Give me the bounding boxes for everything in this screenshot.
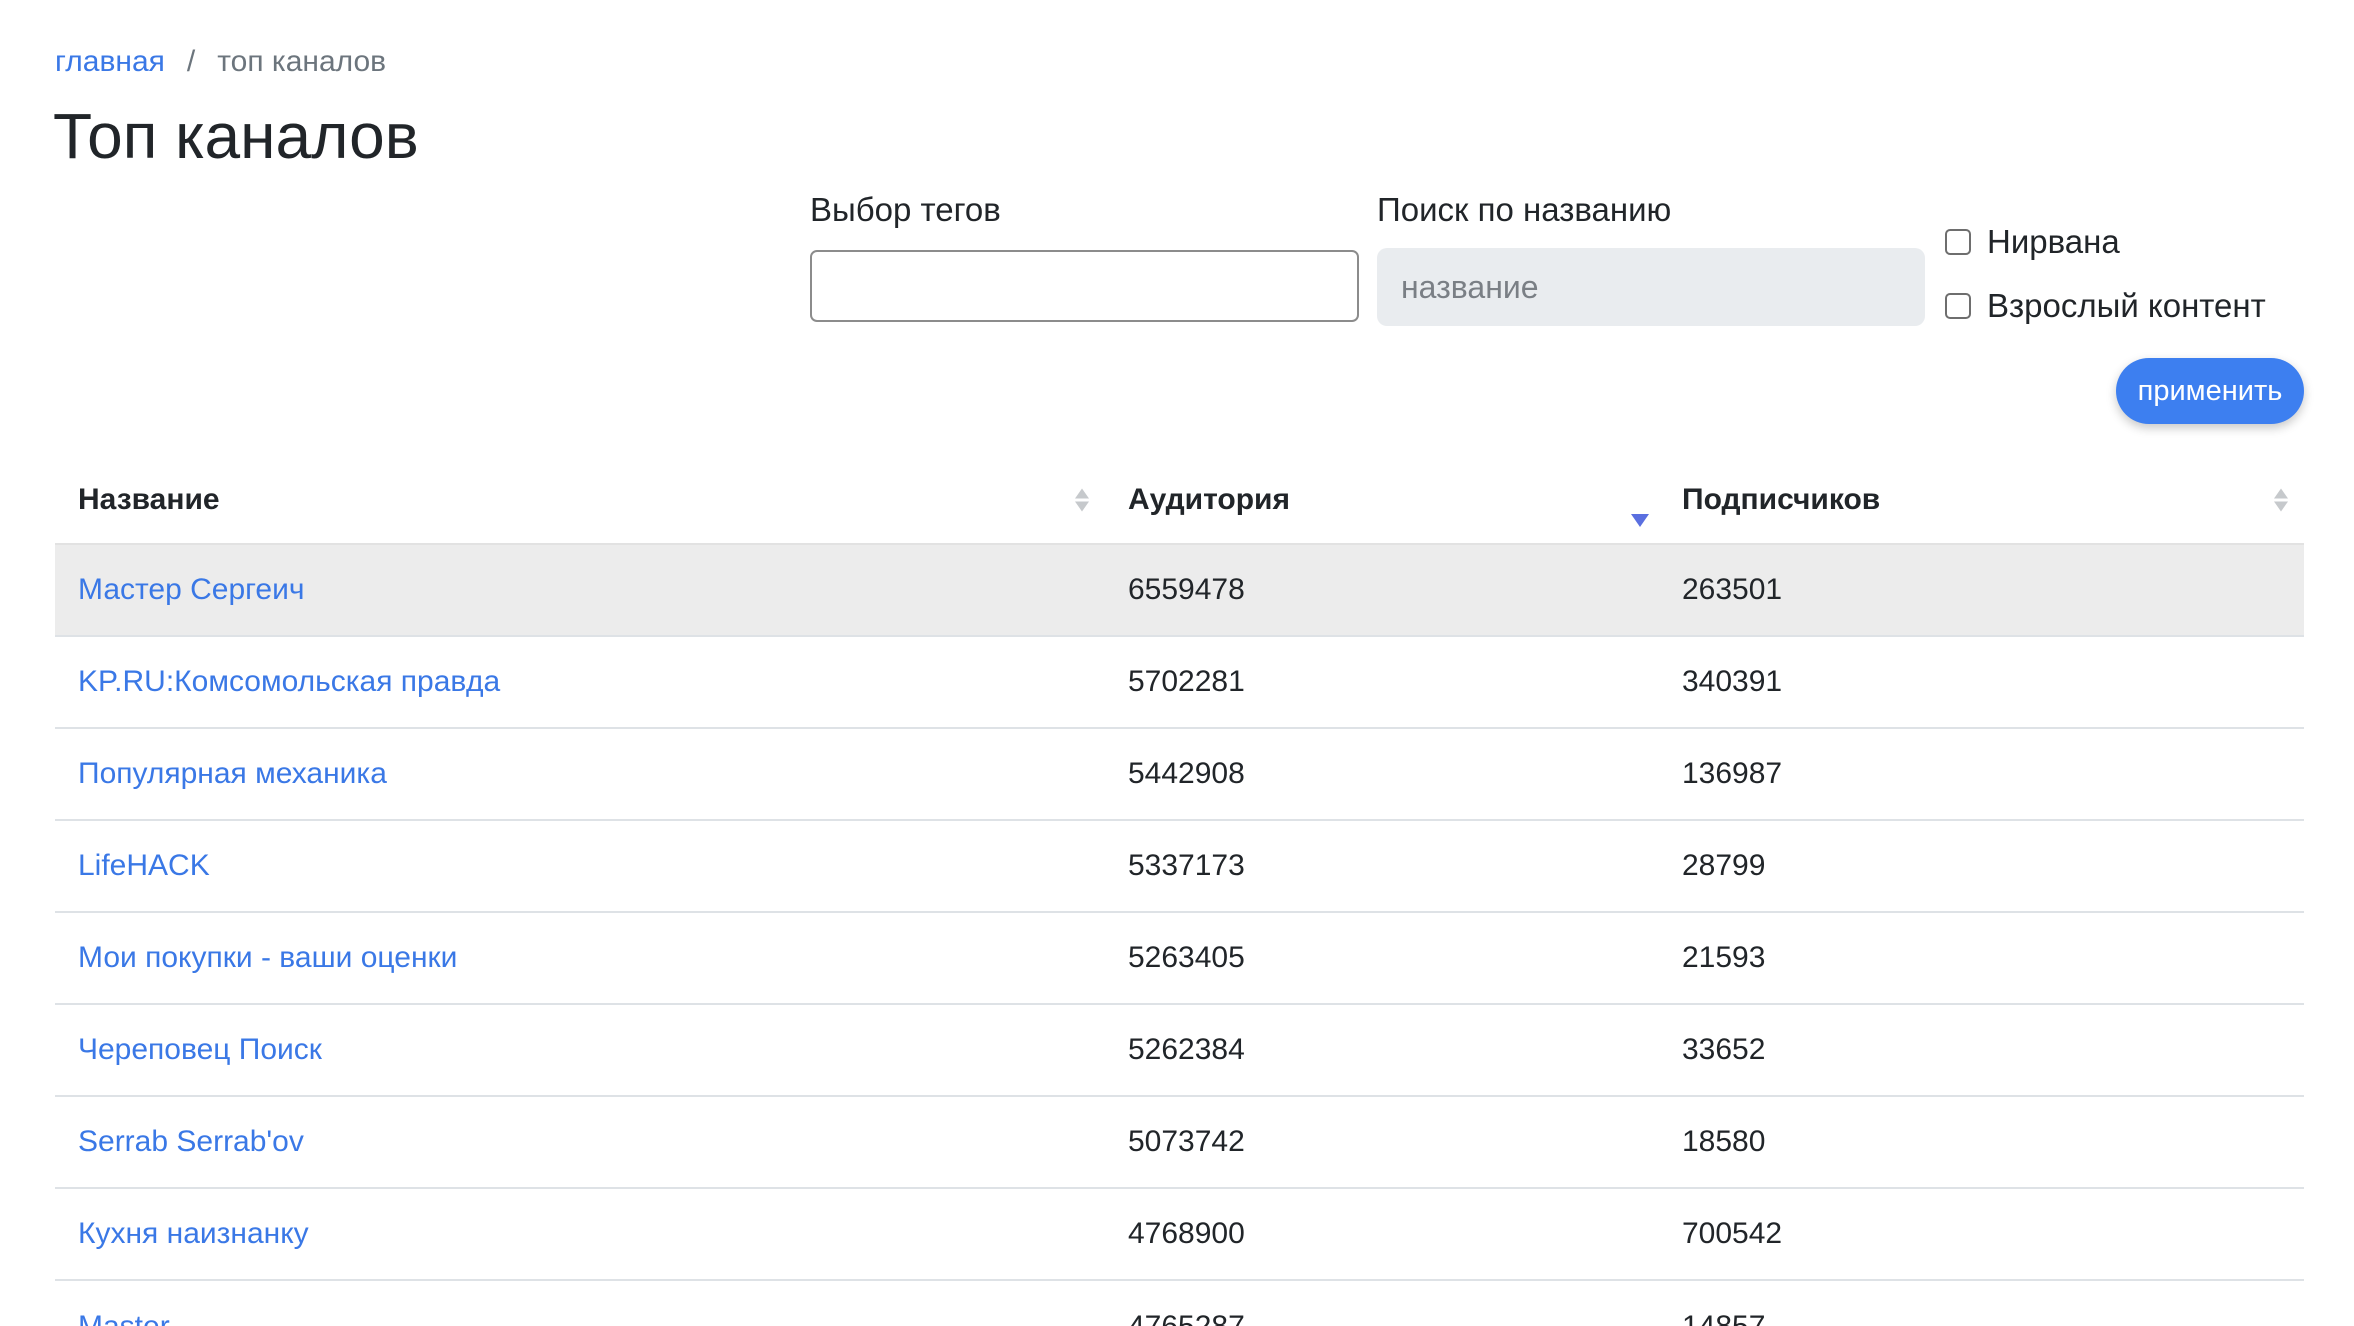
channel-name-link[interactable]: Serrab Serrab'ov	[78, 1125, 304, 1158]
column-header-name[interactable]: Название	[55, 456, 1105, 544]
channel-name-link[interactable]: Мастер Сергеич	[78, 573, 305, 606]
channels-table: Название Аудитория Подписчиков Мастер Се…	[55, 456, 2304, 1326]
table-row: Кухня наизнанку 4768900 700542	[55, 1187, 2304, 1280]
column-header-name-label: Название	[78, 482, 220, 516]
sort-descending-icon[interactable]	[1631, 514, 1649, 527]
sort-icon[interactable]	[2274, 488, 2288, 511]
channel-name-link[interactable]: Master	[78, 1310, 170, 1326]
breadcrumb-separator: /	[186, 45, 196, 78]
audience-cell: 5263405	[1105, 911, 1659, 1004]
table-row: Serrab Serrab'ov 5073742 18580	[55, 1095, 2304, 1188]
audience-cell: 5337173	[1105, 819, 1659, 912]
subscribers-cell: 136987	[1659, 727, 2304, 820]
page-title: Топ каналов	[53, 100, 419, 172]
tags-label: Выбор тегов	[810, 191, 1001, 228]
breadcrumb-current: топ каналов	[217, 45, 387, 78]
table-row: Мои покупки - ваши оценки 5263405 21593	[55, 911, 2304, 1004]
apply-button[interactable]: применить	[2116, 358, 2304, 424]
channel-name-link[interactable]: Мои покупки - ваши оценки	[78, 941, 457, 974]
table-row: Популярная механика 5442908 136987	[55, 727, 2304, 820]
channel-name-link[interactable]: Кухня наизнанку	[78, 1217, 309, 1250]
channel-name-link[interactable]: Популярная механика	[78, 757, 387, 790]
subscribers-cell: 28799	[1659, 819, 2304, 912]
breadcrumb: главная / топ каналов	[55, 42, 386, 82]
audience-cell: 4768900	[1105, 1187, 1659, 1280]
table-row: Master 4765287 14857	[55, 1279, 2304, 1326]
column-header-audience-label: Аудитория	[1128, 482, 1290, 516]
channel-name-cell: Мои покупки - ваши оценки	[55, 911, 1105, 1004]
subscribers-cell: 21593	[1659, 911, 2304, 1004]
search-input[interactable]	[1377, 248, 1925, 326]
audience-cell: 5442908	[1105, 727, 1659, 820]
subscribers-cell: 18580	[1659, 1095, 2304, 1188]
channel-name-cell: Череповец Поиск	[55, 1003, 1105, 1096]
audience-cell: 4765287	[1105, 1279, 1659, 1326]
audience-cell: 5262384	[1105, 1003, 1659, 1096]
breadcrumb-home-link[interactable]: главная	[55, 42, 165, 82]
audience-cell: 5702281	[1105, 635, 1659, 728]
channel-name-link[interactable]: KP.RU:Комсомольская правда	[78, 665, 500, 698]
subscribers-cell: 263501	[1659, 543, 2304, 636]
table-row: LifeHACK 5337173 28799	[55, 819, 2304, 912]
column-header-audience[interactable]: Аудитория	[1105, 456, 1659, 544]
channel-name-cell: Мастер Сергеич	[55, 543, 1105, 636]
sort-icon[interactable]	[1075, 488, 1089, 511]
channel-name-cell: LifeHACK	[55, 819, 1105, 912]
channel-name-cell: KP.RU:Комсомольская правда	[55, 635, 1105, 728]
nirvana-checkbox-row[interactable]: Нирвана	[1945, 220, 2120, 264]
search-label: Поиск по названию	[1377, 191, 1672, 228]
table-body: Мастер Сергеич 6559478 263501 KP.RU:Комсомо…	[55, 543, 2304, 1326]
page: главная / топ каналов Топ каналов Выбор …	[0, 0, 2354, 1326]
tags-input[interactable]	[810, 250, 1359, 322]
channel-name-cell: Популярная механика	[55, 727, 1105, 820]
table-row: KP.RU:Комсомольская правда 5702281 340391	[55, 635, 2304, 728]
subscribers-cell: 340391	[1659, 635, 2304, 728]
table-row: Череповец Поиск 5262384 33652	[55, 1003, 2304, 1096]
table-row: Мастер Сергеич 6559478 263501	[55, 543, 2304, 636]
channel-name-cell: Кухня наизнанку	[55, 1187, 1105, 1280]
subscribers-cell: 14857	[1659, 1279, 2304, 1326]
column-header-subscribers-label: Подписчиков	[1682, 482, 1881, 516]
channel-name-cell: Serrab Serrab'ov	[55, 1095, 1105, 1188]
adult-content-checkbox-label[interactable]: Взрослый контент	[1987, 284, 2266, 328]
audience-cell: 6559478	[1105, 543, 1659, 636]
adult-content-checkbox-row[interactable]: Взрослый контент	[1945, 284, 2266, 328]
nirvana-checkbox-label[interactable]: Нирвана	[1987, 220, 2120, 264]
subscribers-cell: 33652	[1659, 1003, 2304, 1096]
subscribers-cell: 700542	[1659, 1187, 2304, 1280]
table-header-row: Название Аудитория Подписчиков	[55, 456, 2304, 544]
column-header-subscribers[interactable]: Подписчиков	[1659, 456, 2304, 544]
channel-name-cell: Master	[55, 1279, 1105, 1326]
adult-content-checkbox[interactable]	[1945, 293, 1971, 319]
channel-name-link[interactable]: LifeHACK	[78, 849, 210, 882]
channel-name-link[interactable]: Череповец Поиск	[78, 1033, 322, 1066]
nirvana-checkbox[interactable]	[1945, 229, 1971, 255]
audience-cell: 5073742	[1105, 1095, 1659, 1188]
